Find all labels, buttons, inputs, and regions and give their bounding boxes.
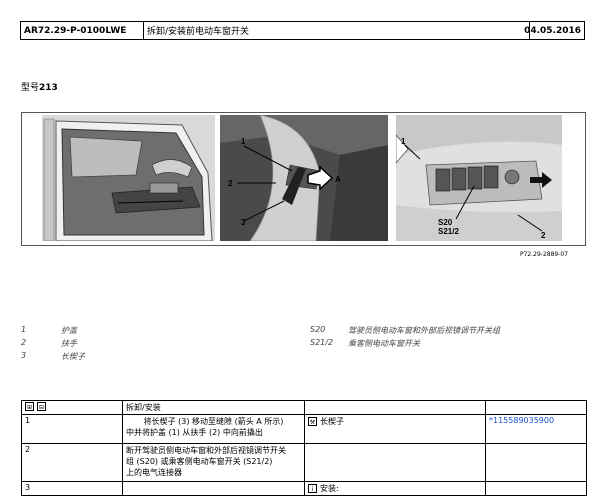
table-row: 3 i 安装: [21,481,587,496]
step-number: 2 [21,443,123,482]
callout-s21-2: S21/2 [438,227,459,236]
table-row: 2 断开驾驶员侧电动车窗和外部后视镜调节开关 组 (S20) 或乘客侧电动车窗开… [21,443,587,482]
step-tool: ⚒ 长楔子 [304,414,486,444]
document-date: 04.05.2016 [524,25,581,36]
expand-icon[interactable]: ⊞ [25,402,34,411]
step-part-number: *115589035900 [485,414,587,444]
collapse-icon[interactable]: ⊟ [37,402,46,411]
table-row: 1 将长楔子 (3) 移动至缝隙 (箭头 A 所示) 中并将护盖 (1) 从扶手… [21,414,587,444]
legend-text: 长楔子 [61,352,85,361]
legend-text: 扶手 [61,339,77,348]
callout-3-panel2: 3 [241,218,246,227]
model-line: 型号213 [21,80,58,93]
callout-1-panel2: 1 [241,137,246,146]
document-code: AR72.29-P-0100LWE [21,22,144,39]
callout-overlay: 1 2 3 A 1 S20 S21/2 2 [117,137,546,240]
illustration-figure: 1 2 3 A 1 S20 S21/2 2 [21,112,586,246]
figure-code: P72.29-2889-07 [520,251,569,258]
legend-text: 乘客侧电动车窗开关 [348,339,420,348]
legend: 1 护盖 2 扶手 3 长楔子 S20 驾驶员侧电动车窗和外部后视镜调节开关组 … [21,325,586,365]
legend-key: 3 [21,351,27,360]
part-number-link[interactable]: *115589035900 [489,416,554,425]
model-label: 型号 [21,83,40,93]
legend-key: 2 [21,338,27,347]
callout-2-panel3: 2 [541,231,546,240]
step-text: 断开驾驶员侧电动车窗和外部后视镜调节开关 组 (S20) 或乘客侧电动车窗开关 … [122,443,305,482]
legend-text: 驾驶员侧电动车窗和外部后视镜调节开关组 [348,326,500,335]
info-icon: i [308,484,317,493]
legend-key: S21/2 [310,338,334,347]
table-header-row: ⊞ ⊟ 拆卸/安装 [21,400,587,415]
callout-1-panel3: 1 [401,137,406,146]
model-value: 213 [39,83,58,93]
table-header-label: 拆卸/安装 [122,400,305,415]
legend-key: S20 [310,325,326,334]
document-header: AR72.29-P-0100LWE 拆卸/安装前电动车窗开关 04.05.201… [20,21,585,40]
expand-collapse-cell: ⊞ ⊟ [21,400,123,415]
legend-text: 护盖 [61,326,77,335]
step-number: 1 [21,414,123,444]
callout-2-panel2: 2 [228,179,233,188]
step-number: 3 [21,481,123,496]
steps-table: ⊞ ⊟ 拆卸/安装 1 将长楔子 (3) 移动至缝隙 (箭头 A 所示) 中并将护… [21,400,587,496]
step-text: 将长楔子 (3) 移动至缝隙 (箭头 A 所示) 中并将护盖 (1) 从扶手 (… [122,414,305,444]
callout-A-panel2: A [335,175,341,184]
callout-s20: S20 [438,218,453,227]
legend-key: 1 [21,325,27,334]
step-note: i 安装: [304,481,486,496]
tool-icon: ⚒ [308,417,317,426]
document-title: 拆卸/安装前电动车窗开关 [144,22,530,39]
